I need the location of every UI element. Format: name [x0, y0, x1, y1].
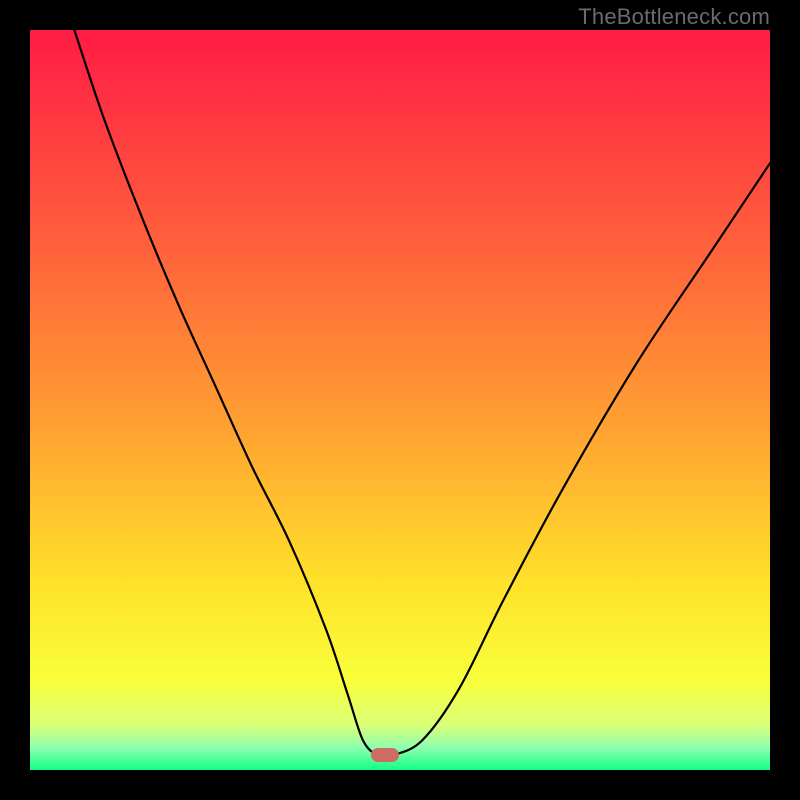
- plot-area: [30, 30, 770, 770]
- bottleneck-curve: [30, 30, 770, 770]
- optimum-marker: [371, 748, 399, 762]
- chart-frame: TheBottleneck.com: [0, 0, 800, 800]
- attribution-label: TheBottleneck.com: [578, 4, 770, 30]
